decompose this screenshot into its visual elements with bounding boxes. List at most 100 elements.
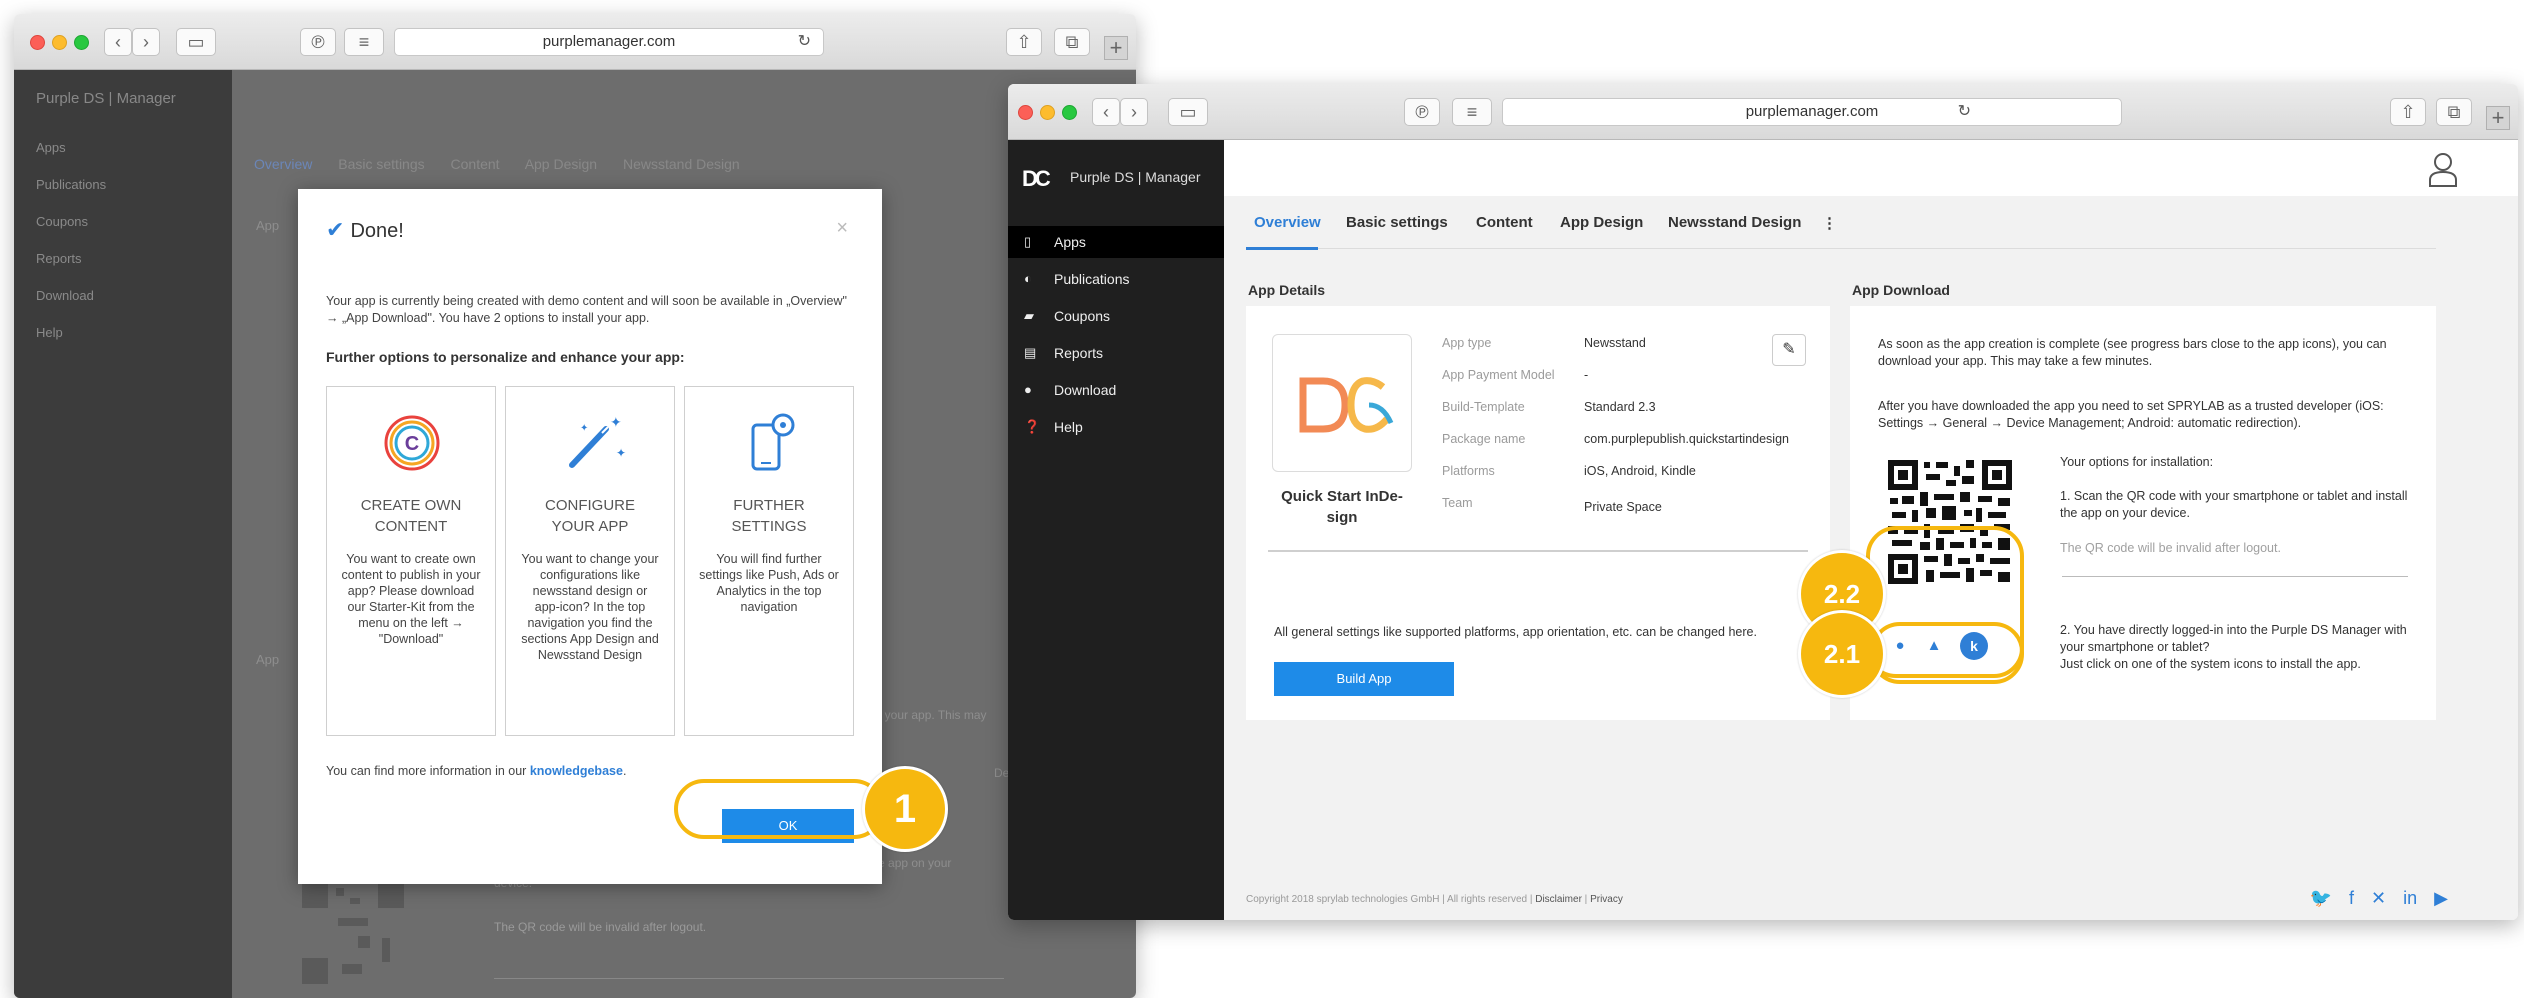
card-text: You want to change your configurations l… bbox=[521, 552, 659, 662]
option-card-create-content: C CREATE OWN CONTENT You want to create o… bbox=[326, 386, 496, 736]
detail-label: App type bbox=[1442, 336, 1492, 350]
disclaimer-link[interactable]: Disclaimer bbox=[1535, 894, 1582, 905]
share-icon[interactable]: ⇧ bbox=[1006, 28, 1042, 56]
tabs-overview-icon[interactable]: ⧉ bbox=[1054, 28, 1090, 56]
bg-tab-content: Content bbox=[450, 156, 500, 172]
more-tabs-icon[interactable]: ⋮ bbox=[1822, 214, 1837, 232]
edit-pencil-icon[interactable]: ✎ bbox=[1772, 334, 1806, 366]
background-sidebar: Purple DS | Manager Apps Publications Co… bbox=[14, 70, 232, 998]
address-bar[interactable]: purplemanager.com ↻ bbox=[1502, 98, 2122, 126]
reload-icon[interactable]: ↻ bbox=[798, 29, 811, 55]
close-window-button[interactable] bbox=[1018, 105, 1033, 120]
install-options-label: Your options for installation: bbox=[2060, 455, 2214, 469]
zoom-window-button[interactable] bbox=[1062, 105, 1077, 120]
sidebar-item-apps[interactable]: ▯ Apps bbox=[1008, 226, 1224, 258]
reader-icon[interactable]: ≡ bbox=[1452, 98, 1492, 126]
svg-text:✦: ✦ bbox=[610, 414, 622, 430]
detail-label: Package name bbox=[1442, 432, 1526, 446]
coupon-icon: ▰ bbox=[1024, 308, 1034, 323]
sidebar-item-coupons[interactable]: ▰ Coupons bbox=[1008, 300, 1224, 332]
pinterest-icon[interactable]: ℗ bbox=[300, 28, 336, 56]
detail-label: Team bbox=[1442, 496, 1473, 510]
bg-ghost-app: App bbox=[256, 218, 280, 233]
app-download-title: App Download bbox=[1852, 282, 1950, 298]
minimize-window-button[interactable] bbox=[1040, 105, 1055, 120]
magic-wand-icon: ✦ ✦ ✦ bbox=[569, 414, 626, 468]
detail-label: App Payment Model bbox=[1442, 368, 1555, 382]
linkedin-icon[interactable]: in bbox=[2403, 888, 2417, 908]
detail-label: Platforms bbox=[1442, 464, 1495, 478]
tab-basic-settings[interactable]: Basic settings bbox=[1346, 214, 1448, 231]
purple-logo: DC Purple DS | Manager bbox=[1022, 164, 1222, 191]
new-tab-button[interactable]: + bbox=[2486, 106, 2510, 130]
new-tab-button[interactable]: + bbox=[1104, 36, 1128, 60]
facebook-icon[interactable]: f bbox=[2349, 888, 2354, 908]
youtube-icon[interactable]: ▶ bbox=[2434, 888, 2448, 908]
knowledgebase-link[interactable]: knowledgebase bbox=[530, 764, 623, 778]
phone-settings-icon bbox=[751, 413, 795, 471]
address-bar[interactable]: purplemanager.com ↻ bbox=[394, 28, 824, 56]
option-card-further-settings: FURTHER SETTINGS You will find further se… bbox=[684, 386, 854, 736]
svg-text:C: C bbox=[405, 433, 419, 455]
close-icon[interactable]: × bbox=[836, 217, 848, 240]
ds-logo-icon bbox=[1299, 377, 1394, 433]
tab-divider bbox=[1246, 248, 2436, 249]
build-app-button[interactable]: Build App bbox=[1274, 662, 1454, 696]
sidebar-item-publications[interactable]: ◐ Publications bbox=[1008, 263, 1224, 295]
check-icon: ✔ bbox=[326, 217, 345, 242]
bg-sidebar-item-coupons: Coupons bbox=[36, 214, 89, 229]
sidebar-item-help[interactable]: ❓ Help bbox=[1008, 411, 1224, 443]
detail-value: Private Space bbox=[1584, 500, 1662, 514]
top-bar bbox=[1224, 140, 2518, 196]
window-titlebar: ‹ › ▭ ℗ ≡ purplemanager.com ↻ ⇧ ⧉ + bbox=[1008, 84, 2518, 140]
forward-arrow-icon[interactable]: › bbox=[132, 28, 160, 56]
xing-icon[interactable]: ✕ bbox=[2371, 888, 2386, 908]
user-icon[interactable] bbox=[2428, 152, 2458, 188]
sidebar-toggle-icon[interactable]: ▭ bbox=[176, 28, 216, 56]
sidebar-item-reports[interactable]: ▤ Reports bbox=[1008, 337, 1224, 369]
card-text: You will find further settings like Push… bbox=[699, 552, 839, 614]
create-content-icon: C bbox=[384, 415, 440, 471]
tab-overview[interactable]: Overview bbox=[1254, 214, 1321, 231]
install-option-2-text: 2. You have directly logged-in into the … bbox=[2060, 623, 2407, 671]
reader-icon[interactable]: ≡ bbox=[344, 28, 384, 56]
sidebar-item-download[interactable]: ● Download bbox=[1008, 374, 1224, 406]
back-arrow-icon[interactable]: ‹ bbox=[104, 28, 132, 56]
forward-arrow-icon[interactable]: › bbox=[1120, 98, 1148, 126]
app-details-title: App Details bbox=[1248, 282, 1326, 298]
privacy-link[interactable]: Privacy bbox=[1590, 894, 1623, 905]
minimize-window-button[interactable] bbox=[52, 35, 67, 50]
tab-newsstand-design[interactable]: Newsstand Design bbox=[1668, 214, 1801, 231]
copyright-text: Copyright 2018 sprylab technologies GmbH… bbox=[1246, 894, 1623, 905]
bg-divider bbox=[494, 978, 1004, 979]
zoom-window-button[interactable] bbox=[74, 35, 89, 50]
twitter-icon[interactable]: 🐦 bbox=[2310, 888, 2332, 908]
detail-value: iOS, Android, Kindle bbox=[1584, 464, 1696, 478]
share-icon[interactable]: ⇧ bbox=[2390, 98, 2426, 126]
close-window-button[interactable] bbox=[30, 35, 45, 50]
logo-mark: DC bbox=[1022, 166, 1051, 191]
card-title: CREATE OWN CONTENT bbox=[360, 497, 462, 535]
bg-tab-app-design: App Design bbox=[524, 156, 598, 172]
detail-value: - bbox=[1584, 368, 1589, 382]
reload-icon[interactable]: ↻ bbox=[1958, 99, 1971, 125]
tab-app-design[interactable]: App Design bbox=[1560, 214, 1643, 231]
bg-qr-code bbox=[298, 878, 408, 988]
top-navigation: Overview Basic settings Content App Desi… bbox=[1224, 196, 2518, 256]
tab-content[interactable]: Content bbox=[1476, 214, 1533, 231]
detail-value: com.purplepublish.quickstartindesign bbox=[1584, 432, 1789, 446]
tabs-overview-icon[interactable]: ⧉ bbox=[2436, 98, 2472, 126]
svg-text:✦: ✦ bbox=[580, 423, 588, 434]
dialog-title-text: Done! bbox=[350, 220, 404, 242]
app-icon-tile[interactable] bbox=[1272, 334, 1412, 472]
back-arrow-icon[interactable]: ‹ bbox=[1092, 98, 1120, 126]
sidebar: DC Purple DS | Manager ▯ Apps ◐ Publicatio… bbox=[1008, 140, 1224, 920]
detail-label: Build-Template bbox=[1442, 400, 1525, 414]
bg-tab-basic-settings: Basic settings bbox=[338, 156, 425, 172]
bg-tab-newsstand-design: Newsstand Design bbox=[622, 156, 740, 172]
pinterest-icon[interactable]: ℗ bbox=[1404, 98, 1440, 126]
option-card-configure-app: ✦ ✦ ✦ CONFIGURE YOUR APP You want to chan… bbox=[505, 386, 675, 736]
sidebar-toggle-icon[interactable]: ▭ bbox=[1168, 98, 1208, 126]
dialog-footer-text: You can find more information in our kno… bbox=[326, 764, 627, 778]
card-text: You want to create own content to publis… bbox=[341, 552, 481, 646]
